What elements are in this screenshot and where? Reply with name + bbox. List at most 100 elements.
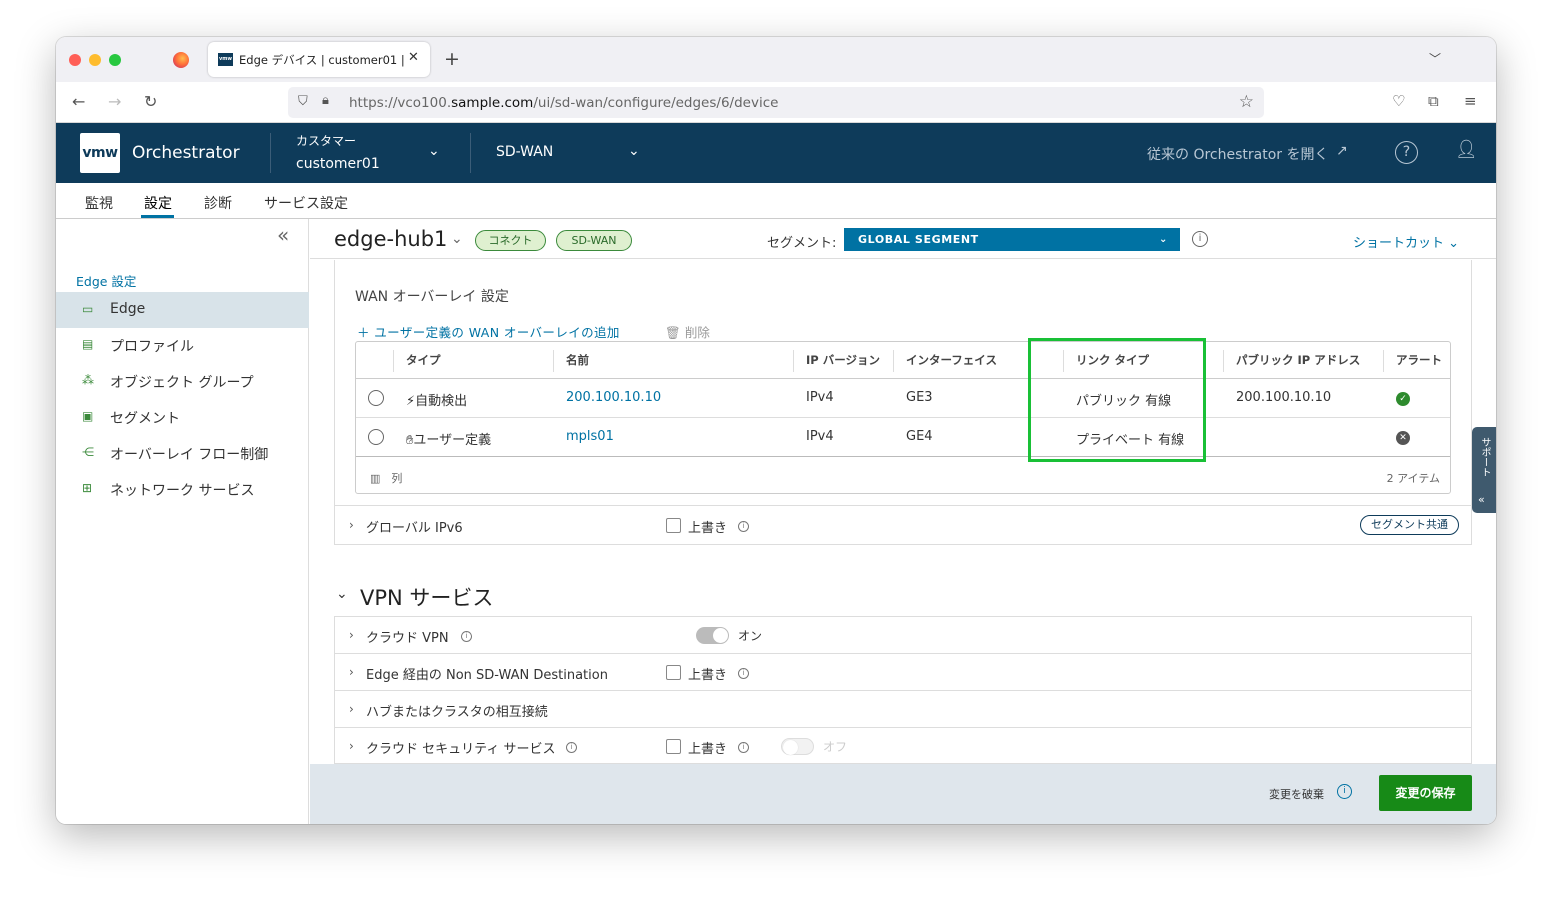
column-header-public-ip[interactable]: パブリック IP アドレス: [1236, 352, 1360, 368]
chevron-right-icon[interactable]: ›: [349, 518, 354, 532]
chevron-right-icon[interactable]: ›: [349, 702, 354, 716]
header-divider: [470, 133, 471, 173]
segment-select[interactable]: GLOBAL SEGMENT ⌄: [844, 228, 1180, 251]
info-icon[interactable]: i: [738, 742, 749, 753]
shield-icon[interactable]: ⛉: [298, 94, 308, 109]
browser-window: vmw Edge デバイス | customer01 | VM ✕ + ﹀ ← …: [56, 37, 1496, 824]
chevron-right-icon[interactable]: ›: [349, 628, 354, 642]
info-icon[interactable]: i: [738, 668, 749, 679]
support-side-tab[interactable]: サポート «: [1472, 427, 1496, 513]
delete-button[interactable]: 🗑︎ 削除: [665, 322, 710, 341]
column-divider[interactable]: [1383, 350, 1384, 372]
reload-icon[interactable]: ↻: [144, 92, 157, 111]
info-icon[interactable]: i: [566, 742, 577, 753]
close-window-button[interactable]: [69, 54, 81, 66]
table-row[interactable]: ✋︎ユーザー定義 mpls01 IPv4 GE4 プライベート 有線 ✕: [356, 418, 1450, 457]
browser-tab-bar: vmw Edge デバイス | customer01 | VM ✕ + ﹀: [56, 37, 1496, 82]
chevron-down-icon[interactable]: ⌄: [428, 143, 440, 159]
cloud-vpn-label: クラウド VPN: [366, 631, 449, 646]
column-divider[interactable]: [793, 350, 794, 372]
url-text[interactable]: https://vco100.sample.com/ui/sd-wan/conf…: [349, 95, 778, 111]
sidebar-item-profile[interactable]: ▤ プロファイル: [56, 327, 309, 363]
sidebar-item-object-groups[interactable]: ⁂ オブジェクト グループ: [56, 363, 309, 399]
save-changes-button[interactable]: 変更の保存: [1379, 775, 1472, 811]
tab-configure[interactable]: 設定: [144, 193, 172, 213]
row-name-link[interactable]: mpls01: [566, 429, 614, 444]
info-icon[interactable]: i: [738, 521, 749, 532]
sidebar-item-overlay-flow-control[interactable]: ⋲ オーバーレイ フロー制御: [56, 435, 309, 471]
tab-service-settings[interactable]: サービス設定: [264, 193, 348, 213]
help-icon[interactable]: ?: [1395, 141, 1418, 164]
column-header-name[interactable]: 名前: [566, 352, 589, 368]
wan-overlay-table: タイプ 名前 IP バージョン インターフェイス リンク タイプ パブリック I…: [355, 341, 1451, 494]
column-divider[interactable]: [893, 350, 894, 372]
tab-close-icon[interactable]: ✕: [408, 50, 419, 65]
info-icon[interactable]: i: [461, 631, 472, 642]
row-select-radio[interactable]: [368, 429, 384, 445]
sidebar-item-network-services[interactable]: ⊞ ネットワーク サービス: [56, 471, 309, 507]
override-checkbox[interactable]: [666, 518, 681, 533]
url-bar[interactable]: ⛉ 🔒︎ https://vco100.sample.com/ui/sd-wan…: [288, 87, 1264, 118]
collapse-sidebar-icon[interactable]: «: [277, 223, 289, 247]
pocket-icon[interactable]: ♡: [1392, 92, 1405, 110]
chevron-down-icon: ⌄: [1159, 234, 1168, 245]
cloud-vpn-row[interactable]: › クラウド VPN i オン: [335, 617, 1471, 654]
maximize-window-button[interactable]: [109, 54, 121, 66]
minimize-window-button[interactable]: [89, 54, 101, 66]
override-checkbox[interactable]: [666, 665, 681, 680]
item-count: 2 アイテム: [1386, 472, 1440, 485]
menu-icon[interactable]: ≡: [1464, 92, 1477, 110]
chevron-down-icon[interactable]: ⌄: [628, 143, 640, 159]
bookmark-star-icon[interactable]: ☆: [1239, 92, 1254, 112]
browser-tab[interactable]: vmw Edge デバイス | customer01 | VM ✕: [208, 42, 430, 77]
extensions-icon[interactable]: ⧉: [1428, 92, 1439, 110]
edge-selector-chevron-icon[interactable]: ⌄: [451, 231, 463, 247]
chevron-right-icon[interactable]: ›: [349, 665, 354, 679]
column-header-type[interactable]: タイプ: [406, 352, 441, 368]
row-ip-version: IPv4: [806, 429, 834, 444]
row-name-link[interactable]: 200.100.10.10: [566, 390, 661, 405]
column-header-alert[interactable]: アラート: [1396, 352, 1442, 368]
forward-arrow-icon[interactable]: →: [108, 92, 121, 111]
column-divider[interactable]: [553, 350, 554, 372]
sidebar-section-title: Edge 設定: [76, 274, 137, 289]
row-public-ip: 200.100.10.10: [1236, 390, 1332, 405]
cloud-security-toggle[interactable]: [781, 738, 814, 755]
override-checkbox[interactable]: [666, 739, 681, 754]
sidebar-item-edge[interactable]: ▭ Edge: [56, 292, 309, 328]
info-icon[interactable]: i: [1337, 784, 1352, 799]
shortcut-menu[interactable]: ショートカット ⌄: [1353, 232, 1459, 251]
tab-monitor[interactable]: 監視: [85, 193, 113, 213]
hub-cluster-interconnect-row[interactable]: › ハブまたはクラスタの相互接続: [335, 691, 1471, 728]
column-header-interface[interactable]: インターフェイス: [906, 352, 997, 368]
table-row[interactable]: ⚡︎自動検出 200.100.10.10 IPv4 GE3 パブリック 有線 2…: [356, 379, 1450, 418]
active-tab-indicator: [141, 215, 174, 218]
double-chevron-left-icon: «: [1478, 493, 1485, 506]
back-arrow-icon[interactable]: ←: [72, 92, 85, 111]
lock-icon[interactable]: 🔒︎: [322, 93, 329, 108]
legacy-orchestrator-link[interactable]: 従来の Orchestrator を開く: [1147, 144, 1328, 164]
chevron-right-icon[interactable]: ›: [349, 739, 354, 753]
info-icon[interactable]: i: [1192, 231, 1208, 247]
column-header-ip-version[interactable]: IP バージョン: [806, 352, 880, 368]
sidebar-item-segments[interactable]: ▣ セグメント: [56, 399, 309, 435]
auto-detect-icon: ⚡︎: [406, 394, 416, 409]
cloud-vpn-toggle[interactable]: [696, 627, 729, 644]
chevron-down-icon[interactable]: ⌄: [336, 586, 348, 602]
discard-changes-button[interactable]: 変更を破棄: [1269, 786, 1324, 802]
external-link-icon[interactable]: ↗: [1336, 143, 1348, 159]
row-select-radio[interactable]: [368, 390, 384, 406]
add-wan-overlay-button[interactable]: ＋ ユーザー定義の WAN オーバーレイの追加: [357, 322, 620, 341]
firefox-icon: [173, 52, 189, 68]
cloud-security-service-row[interactable]: › クラウド セキュリティ サービス i 上書き i オフ: [335, 728, 1471, 765]
columns-toggle-button[interactable]: ▥ 列: [370, 470, 402, 486]
tab-list-chevron-icon[interactable]: ﹀: [1429, 50, 1441, 67]
sidebar: « Edge 設定 ▭ Edge ▤ プロファイル ⁂ オブジェクト グループ …: [56, 219, 309, 824]
new-tab-icon[interactable]: +: [444, 48, 460, 70]
row-type: ✋︎ユーザー定義: [406, 433, 492, 448]
global-ipv6-row[interactable]: › グローバル IPv6 上書き i セグメント共通: [335, 505, 1471, 544]
column-divider[interactable]: [1223, 350, 1224, 372]
user-icon[interactable]: 👤︎: [1455, 139, 1478, 160]
nsd-via-edge-row[interactable]: › Edge 経由の Non SD-WAN Destination 上書き i: [335, 654, 1471, 691]
tab-diagnostics[interactable]: 診断: [204, 193, 232, 213]
